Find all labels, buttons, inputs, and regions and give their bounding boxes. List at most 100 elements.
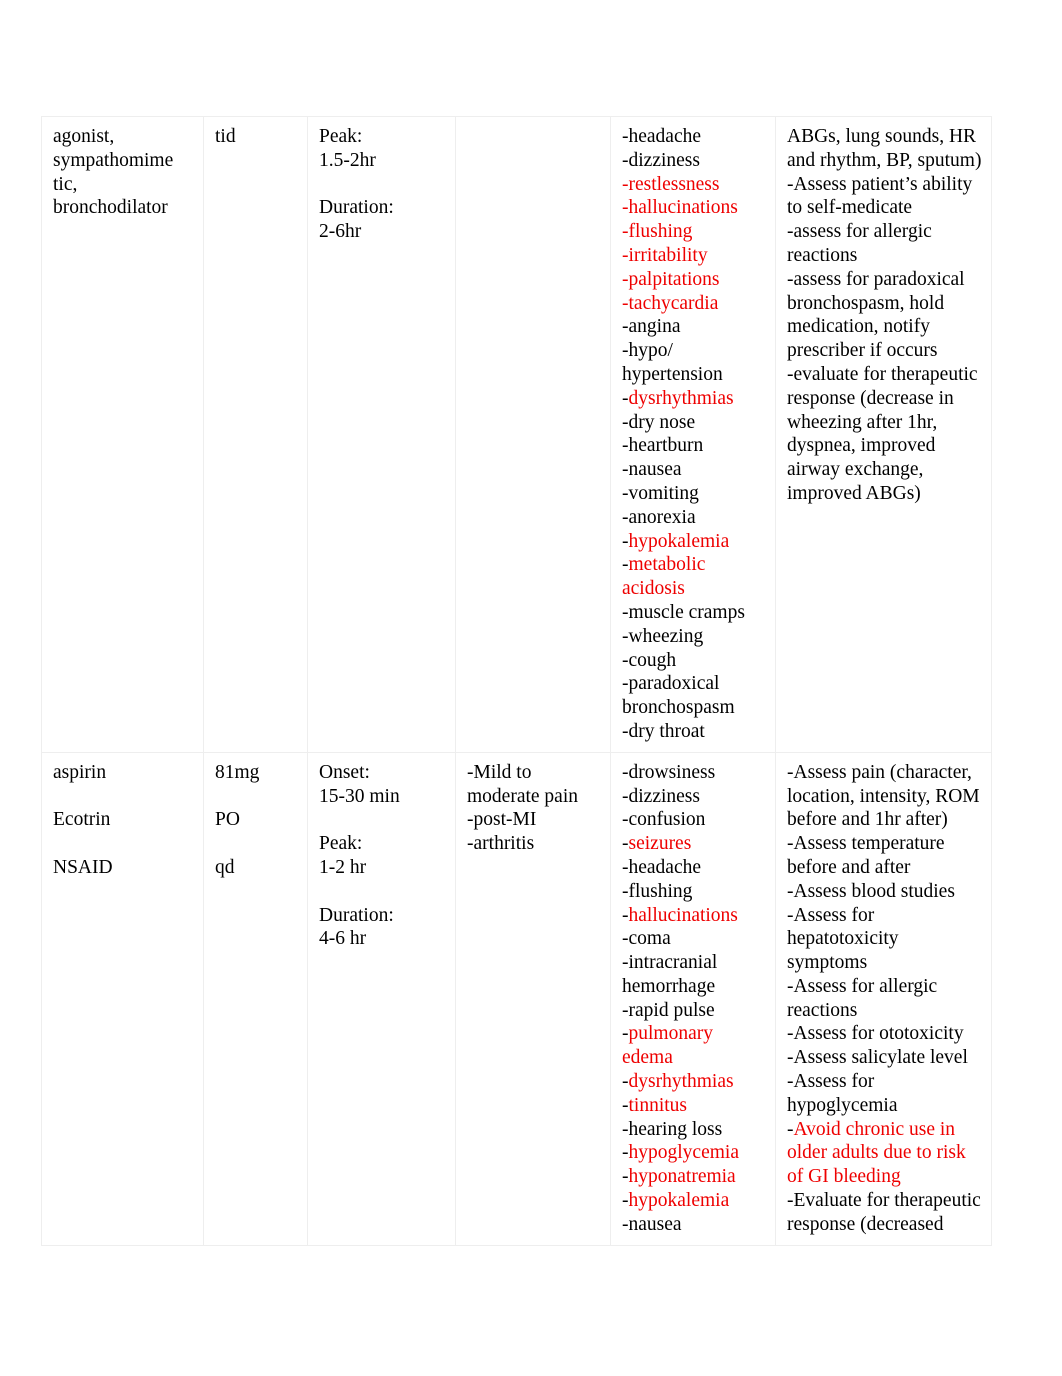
text-line: Duration: [319,196,446,220]
list-item: -hypokalemia [622,1189,766,1213]
list-item: -Assess for ototoxicity [787,1022,982,1046]
item-text: flushing [628,221,693,243]
document-page: agonist, sympathomime tic, bronchodilator t… [0,0,1062,1376]
item-text: nausea [628,1213,682,1235]
item-text: metabolic acidosis [622,554,706,600]
list-item: -muscle cramps [622,601,766,625]
item-text: ABGs, lung sounds, HR and rhythm, BP, sp… [787,126,982,171]
item-text: Assess salicylate level [793,1047,968,1069]
list-item: -rapid pulse [622,999,766,1023]
item-text: arthritis [473,833,535,855]
list-item: -anorexia [622,506,766,530]
item-text: Assess blood studies [793,880,955,902]
item-text: hearing loss [628,1118,723,1140]
list-item: -heartburn [622,434,766,458]
item-text: 1-2 hr [319,856,367,878]
list-item: -assess for paradoxical bronchospasm, ho… [787,268,982,363]
item-text: tachycardia [628,292,719,314]
drug-reference-table: agonist, sympathomime tic, bronchodilator t… [41,116,992,1246]
list-item: -hallucinations [622,196,766,220]
item-text: coma [628,928,671,950]
item-text: rapid pulse [628,999,715,1021]
cell-onset-peak-duration: Peak: 1.5-2hr Duration: 2-6hr [307,116,456,753]
list-item: -hyponatremia [622,1165,766,1189]
item-text: dysrhythmias [628,1071,734,1093]
text-line: NSAID [53,856,194,880]
item-text: seizures [628,833,692,855]
list-item: -irritability [622,244,766,268]
item-text: Peak: [319,126,363,147]
text-line: PO [215,808,298,832]
item-text: headache [628,856,702,878]
list-item: -flushing [622,220,766,244]
text-line [319,173,446,197]
cell-indications: -Mild to moderate pain -post-MI -arthritis [455,751,611,1246]
cell-onset-peak-duration: Onset: 15-30 min Peak: 1-2 hr Duration: 4-6… [307,751,456,1246]
text-line: Peak: [319,832,446,856]
item-text: hyponatremia [628,1166,736,1188]
list-item: -intracranial hemorrhage [622,951,766,999]
list-item: -hypo/ hypertension [622,339,766,387]
text-line: 2-6hr [319,220,446,244]
table-row: aspirin Ecotrin NSAID 81mg PO qd Onset: 1… [41,751,992,1246]
text-line: ABGs, lung sounds, HR and rhythm, BP, sp… [787,125,982,173]
list-item: -Evaluate for therapeutic response (decr… [787,1189,982,1237]
item-text: qd [215,856,235,878]
item-text: paradoxical bronchospasm [622,673,735,719]
item-text: vomiting [628,482,699,504]
list-item: -hallucinations [622,904,766,928]
list-item: -coma [622,927,766,951]
item-text: NSAID [53,856,113,878]
item-text: flushing [628,880,693,902]
item-text: 15-30 min [319,785,400,807]
list-item: -Assess for allergic reactions [787,975,982,1023]
text-line: Peak: [319,125,446,149]
list-item: -dysrhythmias [622,1070,766,1094]
text-line: Onset: [319,761,446,785]
item-text: 1.5-2hr [319,149,376,171]
item-text: assess for allergic reactions [787,221,932,266]
list-item: -cough [622,649,766,673]
list-item: -wheezing [622,625,766,649]
text-line: 1.5-2hr [319,149,446,173]
cell-nursing-considerations: -Assess pain (character, location, inten… [775,751,992,1246]
item-text: wheezing [628,625,704,647]
item-text: sympathomime [53,149,174,171]
list-item: -vomiting [622,482,766,506]
cell-dose-route-frequency: 81mg PO qd [203,751,308,1246]
item-text: Peak: [319,833,363,855]
list-item: -Assess blood studies [787,880,982,904]
table-body: agonist, sympathomime tic, bronchodilator t… [41,116,992,1246]
item-text: PO [215,809,240,831]
item-text: agonist, [53,126,115,147]
item-text: 2-6hr [319,221,362,243]
item-text: angina [628,316,681,338]
item-text: nausea [628,459,682,481]
item-text: assess for paradoxical bronchospasm, hol… [787,268,965,362]
list-item: -headache [622,125,766,149]
item-text: hallucinations [628,197,738,219]
list-item: -hypoglycemia [622,1141,766,1165]
list-item: -Assess patient’s ability to self-medica… [787,173,982,221]
text-line: tid [215,125,298,149]
text-line: agonist, [53,125,194,149]
cell-drug-class: aspirin Ecotrin NSAID [41,751,204,1246]
list-item: -Assess for hypoglycemia [787,1070,982,1118]
item-text: muscle cramps [628,601,745,623]
item-text: Evaluate for therapeutic response (decre… [787,1190,981,1235]
item-text: dizziness [628,149,700,171]
item-text: hallucinations [628,904,738,926]
cell-dose-route-frequency: tid [203,116,308,753]
text-line: 81mg [215,761,298,785]
item-text: dry throat [628,720,705,742]
list-item: -metabolic acidosis [622,553,766,601]
table-row: agonist, sympathomime tic, bronchodilator t… [41,116,992,753]
item-text: hypoglycemia [628,1142,739,1164]
list-item: -palpitations [622,268,766,292]
text-line: Ecotrin [53,808,194,832]
item-text: Assess temperature before and after [787,833,945,878]
list-item: -Mild to moderate pain [467,761,601,809]
item-text: anorexia [628,506,696,528]
list-item: -nausea [622,458,766,482]
list-item: -Assess salicylate level [787,1046,982,1070]
